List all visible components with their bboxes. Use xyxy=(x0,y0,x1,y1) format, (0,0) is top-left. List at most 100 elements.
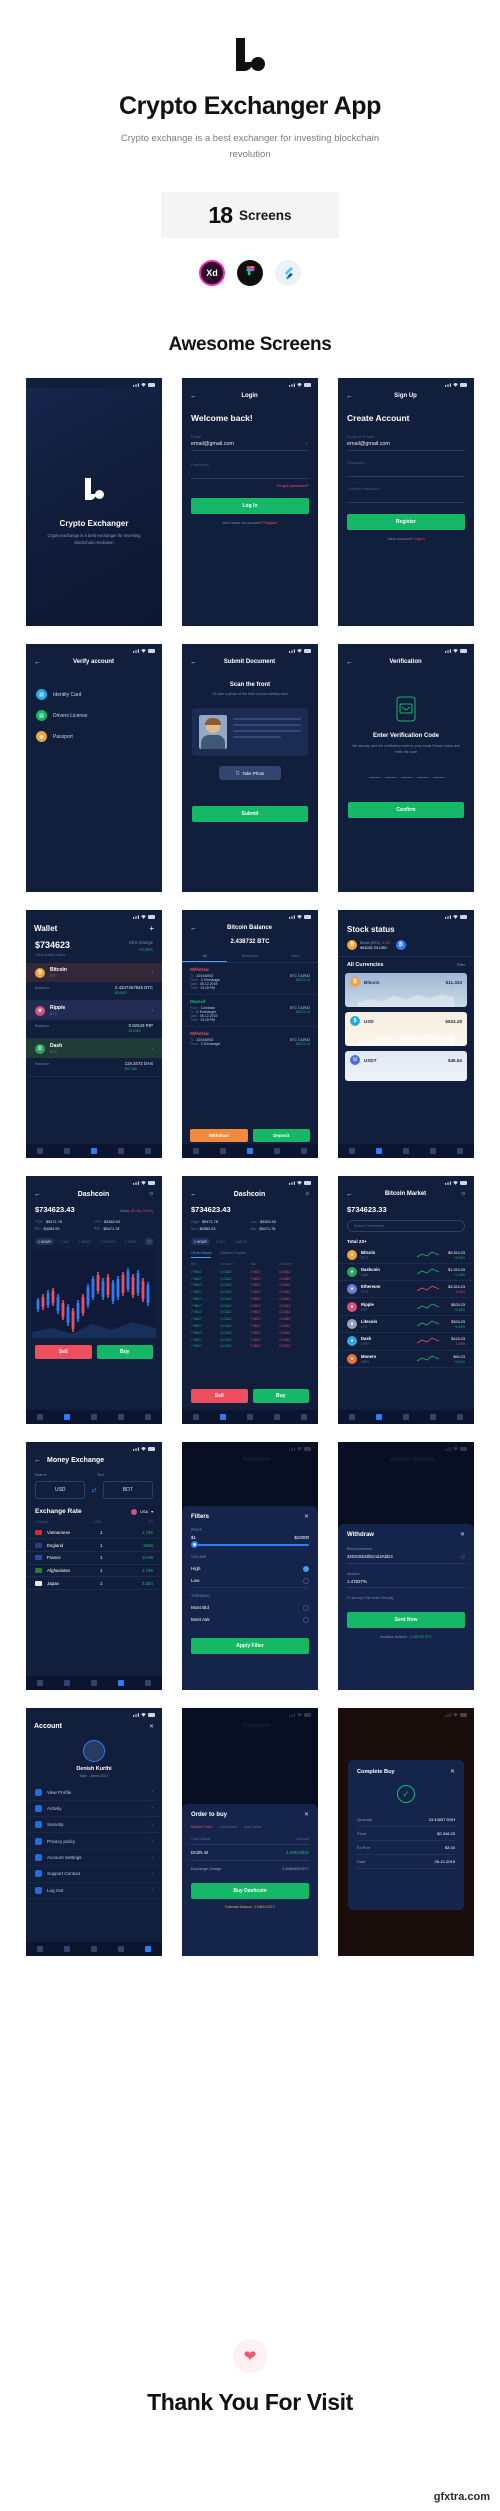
order-tabs[interactable]: Market Order Limit Order Auto Order xyxy=(191,1825,309,1829)
table-row[interactable]: 7.9817 0.0342 7.9817 0.0342 xyxy=(182,1323,318,1330)
verify-option-passport[interactable]: ◉ Passport xyxy=(36,726,152,747)
expand-icon[interactable]: ⛶ xyxy=(145,1238,153,1246)
tab-exchange-icon[interactable] xyxy=(274,1148,281,1155)
table-row[interactable]: 7.9817 0.0342 7.9817 0.0342 xyxy=(182,1282,318,1289)
trade-actions[interactable]: Sell Buy xyxy=(182,1384,318,1408)
range-1week[interactable]: 1 WEEK xyxy=(75,1238,94,1245)
login-link[interactable]: Log In xyxy=(414,537,425,541)
paste-icon[interactable]: ◫ xyxy=(461,1554,465,1560)
trending-option-most-bid[interactable]: Most Bid xyxy=(191,1602,309,1614)
range-chips[interactable]: 1 HOUR 1 DAY 1 WEEK xyxy=(182,1235,318,1248)
currency-card-usdt[interactable]: U USDT $45.54 xyxy=(345,1051,467,1082)
range-chips[interactable]: 1 HOUR 1 DAY 1 WEEK 1 MONTH 1 YEAR ⛶ xyxy=(26,1235,162,1248)
swap-icon[interactable]: ⇄ xyxy=(91,1487,96,1494)
password-input[interactable] xyxy=(347,467,465,478)
tab-sent[interactable]: Sent xyxy=(273,950,318,962)
bottom-tabbar[interactable] xyxy=(26,1144,162,1159)
tab-market-trades[interactable]: Market Trades xyxy=(220,1250,246,1258)
range-1day[interactable]: 1 DAY xyxy=(213,1238,229,1245)
tab-limit-order[interactable]: Limit Order xyxy=(219,1825,237,1829)
table-row[interactable]: Withdraw To : 320348932 BTC 3.42932 From … xyxy=(182,963,318,996)
to-currency-select[interactable]: BDT xyxy=(102,1481,153,1500)
balance-actions[interactable]: Withdraw Deposit xyxy=(190,1129,310,1143)
bell-icon[interactable]: ☼ xyxy=(302,1191,311,1197)
table-row[interactable]: ● Bitcoin BTC $9,324.23 +2.34% xyxy=(338,1246,474,1264)
email-input[interactable]: email@gmail.com ✓ xyxy=(191,441,309,452)
screen-dashcoin-orderbook[interactable]: ← Dashcoin ☼ $734623.43 High : $5471.78 L… xyxy=(182,1176,318,1425)
slider-handle[interactable] xyxy=(191,1541,198,1549)
bottom-tabbar[interactable] xyxy=(26,1676,162,1691)
code-box[interactable] xyxy=(416,767,428,779)
table-row[interactable]: Deposit From : Coinbase BTC 3.42932 To : … xyxy=(182,995,318,1028)
screen-submit-document[interactable]: ← Submit Document Scan the front Or take… xyxy=(182,644,318,893)
chevron-right-icon[interactable]: › xyxy=(151,1789,153,1795)
table-row[interactable]: 7.9817 0.0342 7.9817 0.0342 xyxy=(182,1309,318,1316)
close-icon[interactable]: ✕ xyxy=(304,1811,309,1818)
buy-button[interactable]: Buy xyxy=(252,1389,309,1404)
login-button[interactable]: Log In xyxy=(191,498,309,515)
screen-login[interactable]: ← Login Welcome back! Email email@gmail.… xyxy=(182,378,318,627)
email-field[interactable]: Email or Phone email@gmail.com xyxy=(347,434,465,452)
password-field[interactable]: Password xyxy=(191,462,309,480)
tab-chart-icon[interactable] xyxy=(375,1414,382,1421)
back-arrow-icon[interactable]: ← xyxy=(34,1457,41,1464)
tab-profile-icon[interactable] xyxy=(301,1414,308,1421)
tab-chart-icon[interactable] xyxy=(219,1414,226,1421)
radio-icon[interactable] xyxy=(303,1578,309,1585)
screen-account[interactable]: Account ✕ Denish Kurthi Male , Joined 20… xyxy=(26,1708,162,1957)
code-input-group[interactable] xyxy=(350,767,462,779)
register-link[interactable]: Register xyxy=(263,521,277,525)
table-row[interactable]: France 1 10.09 xyxy=(26,1552,162,1565)
list-item[interactable]: View Profile › xyxy=(26,1784,162,1801)
tab-profile-icon[interactable] xyxy=(145,1414,152,1421)
table-row[interactable]: 7.9817 0.0342 7.9817 0.0342 xyxy=(182,1336,318,1343)
search-input[interactable]: Search Currencies xyxy=(347,1220,465,1233)
tab-home-icon[interactable] xyxy=(36,1680,43,1687)
screen-withdraw[interactable]: ← Bitcoin Balance Withdraw ✕ Bitcoin Add… xyxy=(338,1442,474,1691)
wallet-coin-ripple[interactable]: ✖ Ripple BTC › xyxy=(26,1001,162,1021)
list-item[interactable]: Log Out › xyxy=(26,1883,162,1899)
table-row[interactable]: England 1 3456 xyxy=(26,1539,162,1552)
currency-card-usd[interactable]: $ USD $524.25 xyxy=(345,1012,467,1047)
tab-chart-icon[interactable] xyxy=(63,1148,70,1155)
back-arrow-icon[interactable]: ← xyxy=(346,1191,353,1198)
chevron-right-icon[interactable]: › xyxy=(151,1046,153,1052)
chevron-right-icon[interactable]: › xyxy=(151,1838,153,1844)
code-box[interactable] xyxy=(368,767,380,779)
screen-order-to-buy[interactable]: ← Dashcoin Order to buy ✕ Market Order L… xyxy=(182,1708,318,1957)
back-arrow-icon[interactable]: ← xyxy=(346,393,353,400)
back-arrow-icon[interactable]: ← xyxy=(190,1191,197,1198)
tab-home-icon[interactable] xyxy=(192,1148,199,1155)
bell-icon[interactable]: ☼ xyxy=(458,1191,467,1197)
submit-button[interactable]: Submit xyxy=(192,806,308,823)
tab-home-icon[interactable] xyxy=(192,1414,199,1421)
table-row[interactable]: 7.9817 0.0342 7.9817 0.0342 xyxy=(182,1329,318,1336)
tab-exchange-icon[interactable] xyxy=(118,1414,125,1421)
screen-bitcoin-market[interactable]: ← Bitcoin Market ☼ $734623.33 Search Cur… xyxy=(338,1176,474,1425)
table-row[interactable]: 7.9817 0.0342 7.9817 0.0342 xyxy=(182,1275,318,1282)
table-row[interactable]: 7.9817 0.0342 7.9817 0.0342 xyxy=(182,1295,318,1302)
tab-home-icon[interactable] xyxy=(36,1148,43,1155)
code-box[interactable] xyxy=(432,767,444,779)
tab-chart-icon[interactable] xyxy=(375,1148,382,1155)
tab-exchange-icon[interactable] xyxy=(118,1680,125,1687)
tab-profile-icon[interactable] xyxy=(457,1414,464,1421)
range-1month[interactable]: 1 MONTH xyxy=(97,1238,118,1245)
currency-card-bitcoin[interactable]: ₿ Bitcoin $11,324 xyxy=(345,973,467,1008)
table-row[interactable]: 7.9817 0.0342 7.9817 0.0342 xyxy=(182,1316,318,1323)
screen-money-exchange[interactable]: ← Money Exchange From ▾ To ▾ USD ⇄ BDT E… xyxy=(26,1442,162,1691)
tx-tabs[interactable]: All Received Sent xyxy=(182,950,318,964)
tab-chart-icon[interactable] xyxy=(63,1414,70,1421)
tab-home-icon[interactable] xyxy=(36,1946,43,1953)
email-input[interactable]: email@gmail.com xyxy=(347,441,465,452)
tab-auto-order[interactable]: Auto Order xyxy=(244,1825,262,1829)
sell-button[interactable]: Sell xyxy=(191,1389,248,1404)
chevron-right-icon[interactable]: › xyxy=(151,1822,153,1828)
table-row[interactable]: Japan 1 3.254 xyxy=(26,1577,162,1591)
tab-received[interactable]: Received xyxy=(227,950,272,962)
table-row[interactable]: Afghanistan 1 1.746 xyxy=(26,1565,162,1578)
table-row[interactable]: Withdraw To : 320348932 BTC 3.42932 From … xyxy=(182,1027,318,1050)
password-input[interactable] xyxy=(191,469,309,480)
table-row[interactable]: 7.9817 0.0342 7.9817 0.0342 xyxy=(182,1289,318,1296)
tab-profile-icon[interactable] xyxy=(457,1148,464,1155)
